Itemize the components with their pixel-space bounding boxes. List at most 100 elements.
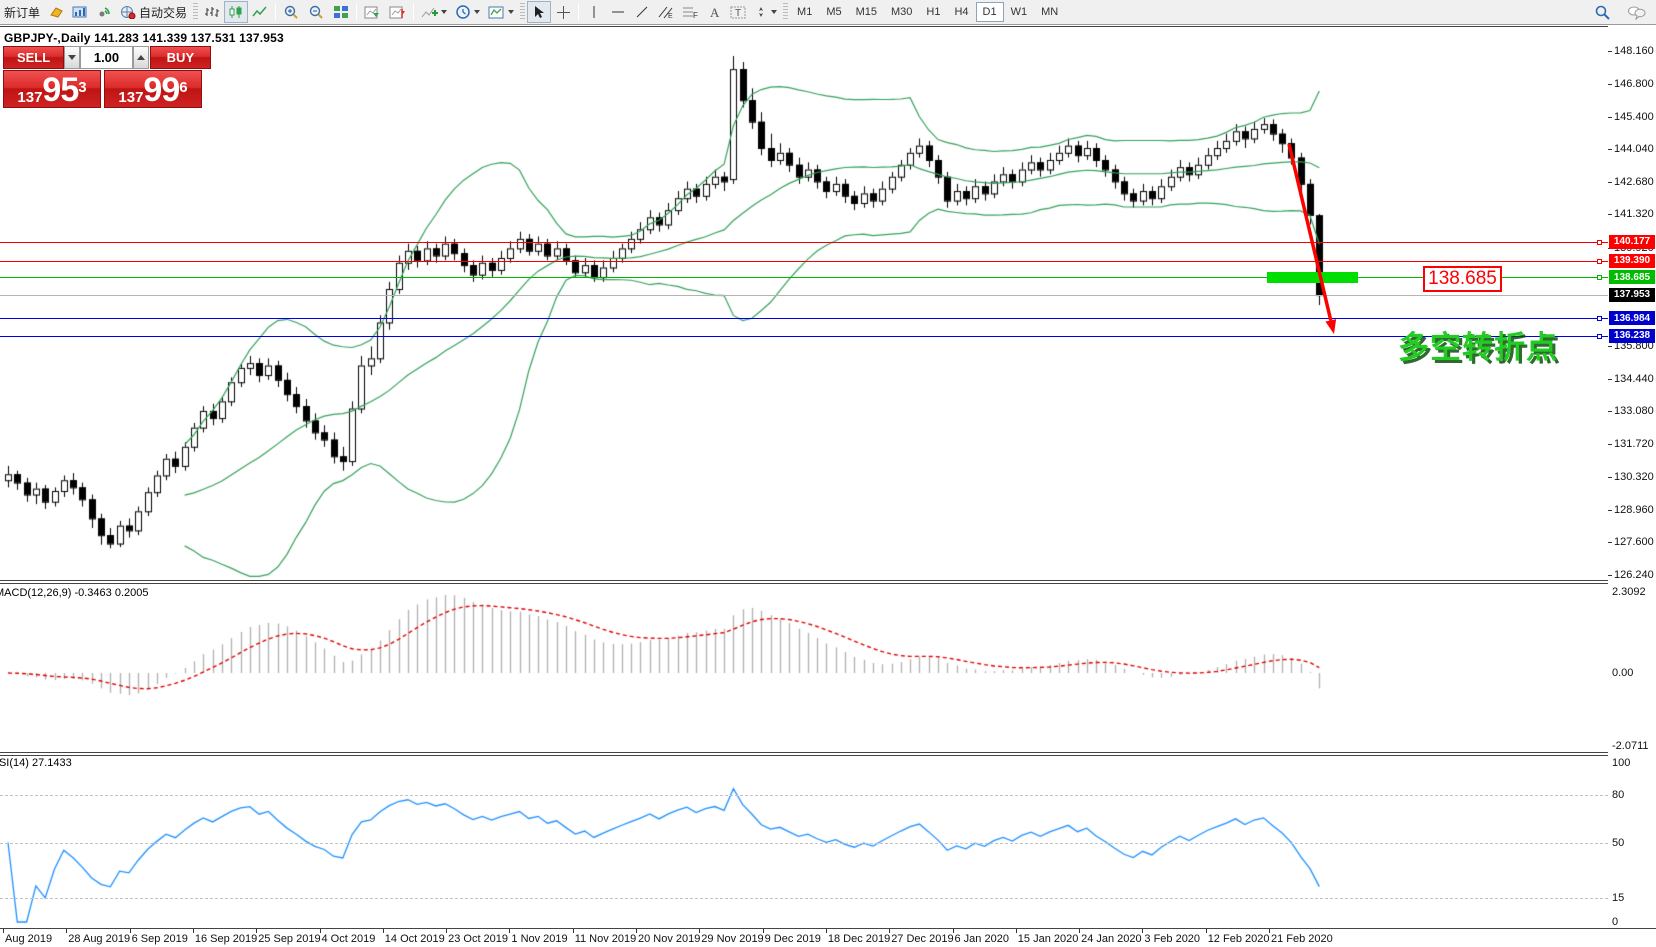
line-endpoint-handle[interactable]	[1597, 316, 1602, 321]
time-tick	[1016, 929, 1017, 933]
horizontal-level-line[interactable]	[0, 261, 1608, 262]
rsi-separator[interactable]	[0, 755, 1656, 756]
mt4-window: 新订单 自动交易	[0, 0, 1656, 947]
time-tick	[1142, 929, 1143, 933]
time-tick	[889, 929, 890, 933]
rsi-level-line	[0, 795, 1608, 796]
price-tag: 137.953	[1609, 288, 1655, 302]
time-tick	[699, 929, 700, 933]
sell-price-pips: 95	[42, 74, 78, 106]
rsi-scale-label: 80	[1612, 789, 1624, 801]
time-tick-label: 24 Jan 2020	[1081, 933, 1142, 945]
time-tick-label: 1 Nov 2019	[511, 933, 567, 945]
price-tick-label: 144.040	[1614, 143, 1654, 155]
time-tick	[953, 929, 954, 933]
price-tick	[1608, 444, 1612, 445]
price-tag: 140.177	[1609, 235, 1655, 249]
time-tick-label: 21 Feb 2020	[1271, 933, 1333, 945]
rsi-level-line	[0, 843, 1608, 844]
time-axis[interactable]: Aug 201928 Aug 20196 Sep 201916 Sep 2019…	[0, 929, 1656, 947]
time-tick-label: 16 Sep 2019	[195, 933, 257, 945]
price-tick	[1608, 346, 1612, 347]
volume-up-button[interactable]	[133, 46, 149, 69]
price-tick-label: 141.320	[1614, 208, 1654, 220]
time-tick-label: Aug 2019	[5, 933, 52, 945]
time-tick-label: 28 Aug 2019	[68, 933, 130, 945]
buy-price-pips: 99	[143, 74, 179, 106]
rsi-level-line	[0, 898, 1608, 899]
time-tick	[320, 929, 321, 933]
time-tick-label: 11 Nov 2019	[575, 933, 637, 945]
price-tick	[1608, 477, 1612, 478]
price-tick-label: 142.680	[1614, 176, 1654, 188]
horizontal-level-line[interactable]	[0, 295, 1608, 296]
time-tick	[130, 929, 131, 933]
time-tick	[383, 929, 384, 933]
price-tick	[1608, 542, 1612, 543]
price-tick-label: 148.160	[1614, 45, 1654, 57]
price-tick-label: 146.800	[1614, 78, 1654, 90]
price-tick-label: 126.240	[1614, 569, 1654, 581]
macd-indicator-label: MACD(12,26,9) -0.3463 0.2005	[0, 587, 148, 599]
price-tick	[1608, 182, 1612, 183]
macd-separator[interactable]	[0, 580, 1656, 581]
sell-price-button[interactable]: 137953	[3, 70, 101, 108]
horizontal-level-line[interactable]	[0, 242, 1608, 243]
time-tick-label: 14 Oct 2019	[385, 933, 445, 945]
price-tick-label: 145.400	[1614, 111, 1654, 123]
turning-point-text[interactable]: 多空转折点	[1398, 322, 1558, 367]
price-tick	[1608, 84, 1612, 85]
volume-down-button[interactable]	[64, 46, 80, 69]
price-tick	[1608, 379, 1612, 380]
time-tick	[1079, 929, 1080, 933]
buy-price-button[interactable]: 137996	[104, 70, 202, 108]
time-tick	[3, 929, 4, 933]
sell-button[interactable]: SELL	[3, 46, 64, 69]
level-callout-label[interactable]: 138.685	[1423, 266, 1502, 292]
time-tick-label: 23 Oct 2019	[448, 933, 508, 945]
down-arrow-icon	[68, 55, 76, 60]
price-tick	[1608, 117, 1612, 118]
time-tick	[509, 929, 510, 933]
chart-canvas[interactable]	[0, 0, 1656, 947]
price-tick	[1608, 510, 1612, 511]
buy-price-figure: 137	[118, 89, 143, 106]
horizontal-level-line[interactable]	[0, 318, 1608, 319]
time-tick	[763, 929, 764, 933]
time-tick-label: 9 Dec 2019	[765, 933, 821, 945]
price-tick-label: 127.600	[1614, 536, 1654, 548]
rsi-indicator-label: RSI(14) 27.1433	[0, 757, 72, 769]
time-tick	[636, 929, 637, 933]
time-tick	[66, 929, 67, 933]
buy-button[interactable]: BUY	[150, 46, 211, 69]
price-tag: 136.238	[1609, 329, 1655, 343]
time-tick	[1269, 929, 1270, 933]
horizontal-level-line[interactable]	[0, 336, 1608, 337]
symbol-ohlc-header: GBPJPY-,Daily 141.283 141.339 137.531 13…	[4, 31, 284, 45]
buy-price-point: 6	[179, 73, 187, 103]
volume-input[interactable]: 1.00	[80, 46, 133, 69]
price-tick-label: 131.720	[1614, 438, 1654, 450]
time-tick-label: 15 Jan 2020	[1018, 933, 1079, 945]
sell-price-point: 3	[78, 73, 86, 103]
rsi-separator[interactable]	[0, 752, 1656, 753]
macd-separator[interactable]	[0, 583, 1656, 584]
sell-price-figure: 137	[17, 89, 42, 106]
time-tick-label: 4 Oct 2019	[322, 933, 376, 945]
line-endpoint-handle[interactable]	[1597, 334, 1602, 339]
time-tick	[573, 929, 574, 933]
support-highlight-bar[interactable]	[1267, 272, 1358, 283]
horizontal-level-line[interactable]	[0, 277, 1608, 278]
time-tick	[256, 929, 257, 933]
time-tick	[193, 929, 194, 933]
price-tick	[1608, 214, 1612, 215]
macd-scale-label: -2.0711	[1612, 740, 1649, 752]
price-tag: 136.984	[1609, 311, 1655, 325]
price-tag: 139.390	[1609, 254, 1655, 268]
line-endpoint-handle[interactable]	[1597, 275, 1602, 280]
line-endpoint-handle[interactable]	[1597, 240, 1602, 245]
price-tag: 138.685	[1609, 270, 1655, 284]
rsi-scale-label: 50	[1612, 837, 1624, 849]
line-endpoint-handle[interactable]	[1597, 259, 1602, 264]
time-tick-label: 25 Sep 2019	[258, 933, 320, 945]
